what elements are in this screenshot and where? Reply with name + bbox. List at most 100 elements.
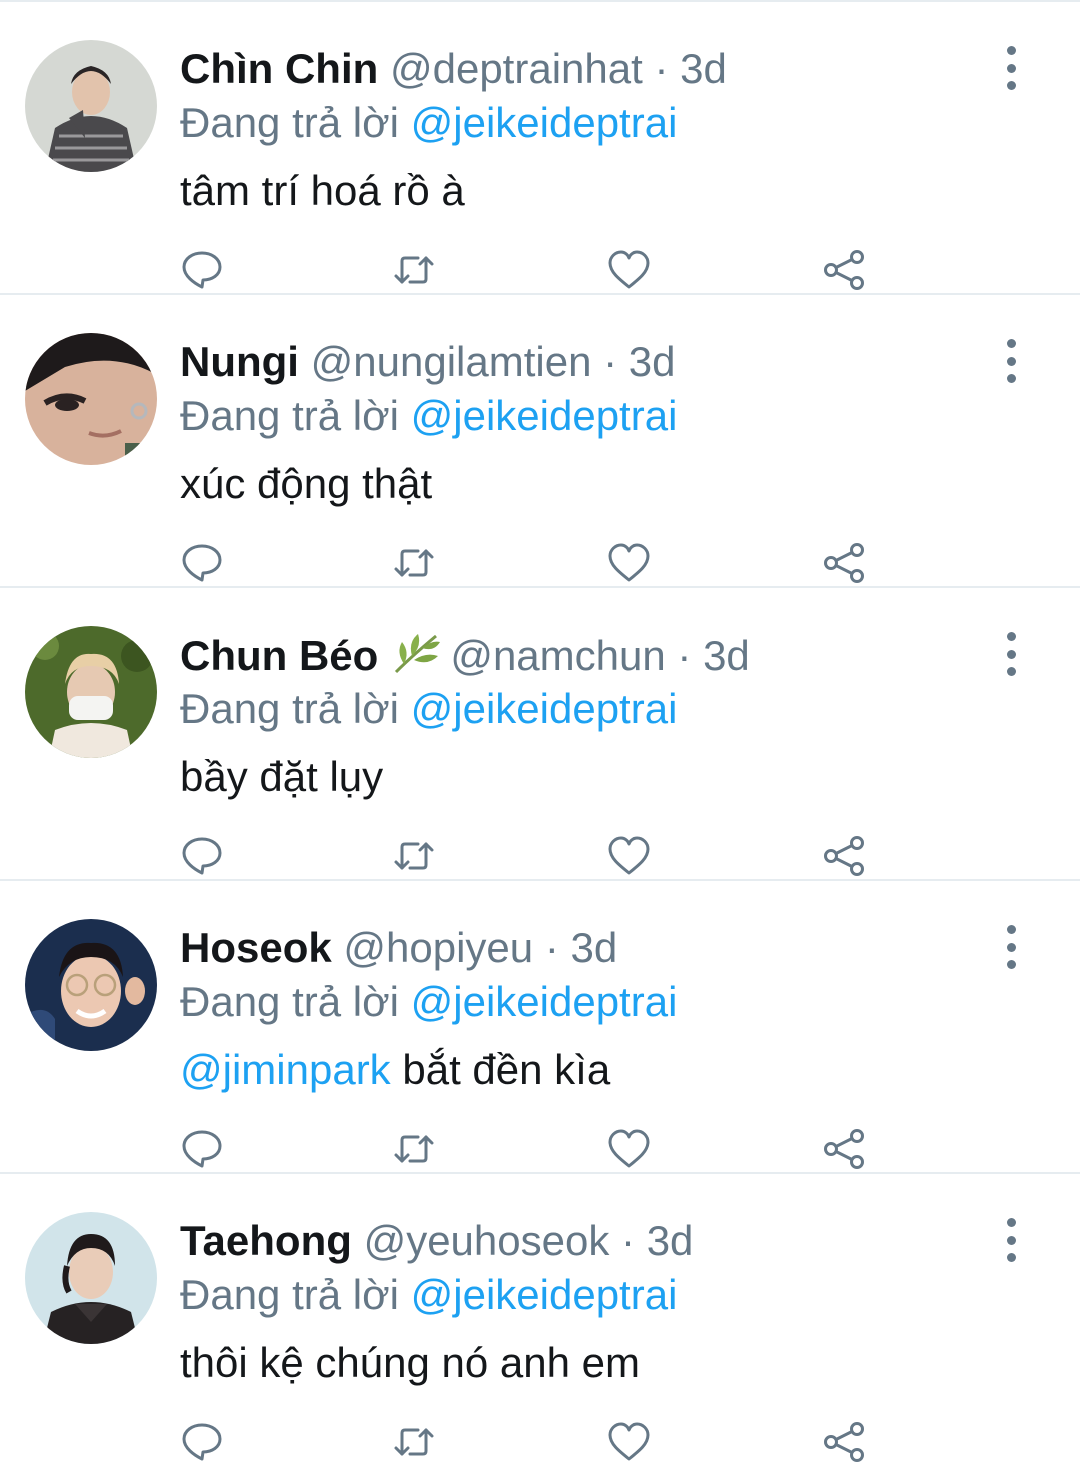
more-icon xyxy=(1006,339,1016,348)
retweet-button[interactable] xyxy=(392,834,436,878)
tweet-header: Chìn Chin @deptrainhat · 3d xyxy=(180,44,727,94)
share-button[interactable] xyxy=(822,1420,866,1464)
more-options-button[interactable] xyxy=(996,1218,1026,1262)
body-mention[interactable]: @jiminpark xyxy=(180,1046,391,1093)
tweet-item[interactable]: Chìn Chin @deptrainhat · 3d Đang trả lời… xyxy=(0,2,1080,295)
user-handle[interactable]: @namchun xyxy=(450,632,665,679)
more-icon-dot xyxy=(1006,649,1016,659)
share-button[interactable] xyxy=(822,248,866,292)
tweet-text: xúc động thật xyxy=(180,459,432,509)
retweet-button[interactable] xyxy=(392,541,436,585)
more-options-button[interactable] xyxy=(996,925,1026,969)
retweet-button[interactable] xyxy=(392,1127,436,1171)
reply-icon xyxy=(182,837,222,875)
share-button[interactable] xyxy=(822,541,866,585)
separator-dot: · xyxy=(544,924,559,971)
like-button[interactable] xyxy=(607,248,651,292)
display-name[interactable]: Chun Béo xyxy=(180,632,378,679)
reply-prefix: Đang trả lời xyxy=(180,685,399,732)
more-options-button[interactable] xyxy=(996,46,1026,90)
replying-to: Đang trả lời @jeikeideptrai xyxy=(180,391,677,441)
like-button[interactable] xyxy=(607,1420,651,1464)
tweet-text: thôi kệ chúng nó anh em xyxy=(180,1338,640,1388)
reply-button[interactable] xyxy=(180,1127,224,1171)
separator-dot: · xyxy=(677,632,692,679)
more-icon-dot xyxy=(1006,1235,1016,1245)
retweet-button[interactable] xyxy=(392,1420,436,1464)
like-button[interactable] xyxy=(607,834,651,878)
tweet-text: tâm trí hoá rồ à xyxy=(180,166,465,216)
tweet-item[interactable]: Nungi @nungilamtien · 3d Đang trả lời @j… xyxy=(0,295,1080,588)
avatar[interactable] xyxy=(25,1212,157,1344)
like-icon xyxy=(608,1129,650,1168)
like-button[interactable] xyxy=(607,1127,651,1171)
user-handle[interactable]: @hopiyeu xyxy=(343,924,533,971)
tweet-body: tâm trí hoá rồ à xyxy=(180,167,465,214)
reply-to-mention[interactable]: @jeikeideptrai xyxy=(411,978,678,1025)
display-name[interactable]: Hoseok xyxy=(180,924,332,971)
more-icon xyxy=(1006,46,1016,55)
share-icon xyxy=(824,1422,864,1462)
tweet-item[interactable]: Chun Béo @namchun · 3d Đang trả lời @jei… xyxy=(0,588,1080,881)
replying-to: Đang trả lời @jeikeideptrai xyxy=(180,977,677,1027)
retweet-button[interactable] xyxy=(392,248,436,292)
more-icon-dot xyxy=(1006,667,1016,676)
avatar[interactable] xyxy=(25,919,157,1051)
reply-to-mention[interactable]: @jeikeideptrai xyxy=(411,685,678,732)
reply-to-mention[interactable]: @jeikeideptrai xyxy=(411,392,678,439)
more-icon xyxy=(1006,1218,1016,1227)
display-name[interactable]: Taehong xyxy=(180,1217,352,1264)
reply-icon xyxy=(182,1130,222,1168)
user-handle[interactable]: @deptrainhat xyxy=(390,45,643,92)
timestamp[interactable]: 3d xyxy=(647,1217,694,1264)
reply-feed: Chìn Chin @deptrainhat · 3d Đang trả lời… xyxy=(0,0,1080,1464)
tweet-text: bầy đặt lụy xyxy=(180,752,383,802)
reply-button[interactable] xyxy=(180,834,224,878)
replying-to: Đang trả lời @jeikeideptrai xyxy=(180,684,677,734)
timestamp[interactable]: 3d xyxy=(571,924,618,971)
tweet-header: Taehong @yeuhoseok · 3d xyxy=(180,1216,693,1266)
avatar[interactable] xyxy=(25,626,157,758)
reply-button[interactable] xyxy=(180,1420,224,1464)
more-icon-dot xyxy=(1006,63,1016,73)
reply-button[interactable] xyxy=(180,248,224,292)
reply-button[interactable] xyxy=(180,541,224,585)
reply-icon xyxy=(182,544,222,582)
tweet-header: Nungi @nungilamtien · 3d xyxy=(180,337,676,387)
avatar[interactable] xyxy=(25,333,157,465)
avatar[interactable] xyxy=(25,40,157,172)
tweet-item[interactable]: Hoseok @hopiyeu · 3d Đang trả lời @jeike… xyxy=(0,881,1080,1174)
more-icon-dot xyxy=(1006,960,1016,969)
more-icon-dot xyxy=(1006,81,1016,90)
display-name[interactable]: Chìn Chin xyxy=(180,45,378,92)
more-icon-dot xyxy=(1006,374,1016,383)
display-name[interactable]: Nungi xyxy=(180,338,299,385)
timestamp[interactable]: 3d xyxy=(629,338,676,385)
timestamp[interactable]: 3d xyxy=(680,45,727,92)
like-icon xyxy=(608,1422,650,1461)
herb-emoji-icon xyxy=(395,634,441,674)
tweet-header: Hoseok @hopiyeu · 3d xyxy=(180,923,617,973)
more-options-button[interactable] xyxy=(996,632,1026,676)
reply-prefix: Đang trả lời xyxy=(180,1271,399,1318)
share-icon xyxy=(824,1129,864,1169)
tweet-item[interactable]: Taehong @yeuhoseok · 3d Đang trả lời @je… xyxy=(0,1174,1080,1462)
timestamp[interactable]: 3d xyxy=(703,632,750,679)
user-handle[interactable]: @nungilamtien xyxy=(311,338,592,385)
replying-to: Đang trả lời @jeikeideptrai xyxy=(180,98,677,148)
share-button[interactable] xyxy=(822,834,866,878)
reply-to-mention[interactable]: @jeikeideptrai xyxy=(411,1271,678,1318)
more-options-button[interactable] xyxy=(996,339,1026,383)
share-icon xyxy=(824,250,864,290)
separator-dot: · xyxy=(621,1217,636,1264)
like-button[interactable] xyxy=(607,541,651,585)
share-button[interactable] xyxy=(822,1127,866,1171)
like-icon xyxy=(608,543,650,582)
more-icon xyxy=(1006,925,1016,934)
share-icon xyxy=(824,836,864,876)
reply-to-mention[interactable]: @jeikeideptrai xyxy=(411,99,678,146)
retweet-icon xyxy=(394,842,434,870)
user-handle[interactable]: @yeuhoseok xyxy=(364,1217,610,1264)
more-icon xyxy=(1006,632,1016,641)
retweet-icon xyxy=(394,256,434,284)
